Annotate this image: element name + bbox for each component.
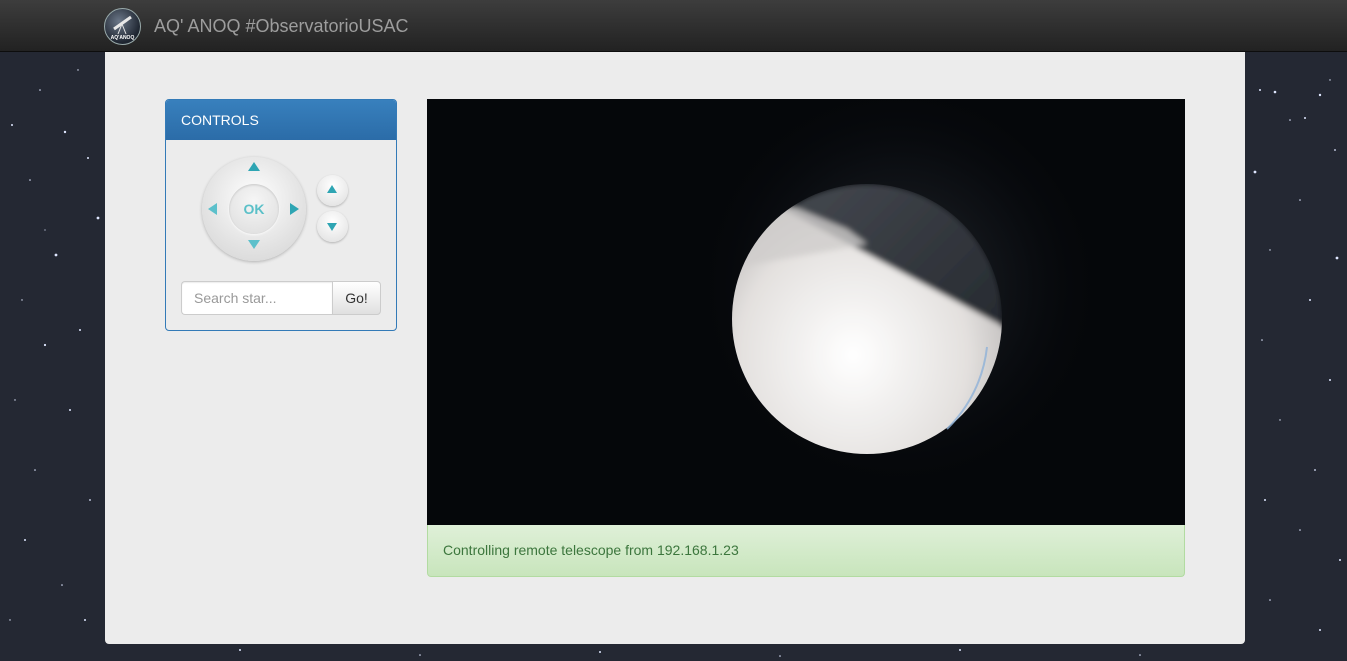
controls-panel: CONTROLS OK Go! (165, 99, 397, 331)
move-down-arrow-icon[interactable] (248, 240, 260, 249)
controls-heading: CONTROLS (166, 100, 396, 140)
zoom-out-button[interactable] (317, 211, 348, 242)
observatory-logo-icon[interactable]: AQ'ANOQ (104, 8, 141, 45)
move-up-arrow-icon[interactable] (248, 162, 260, 171)
triangle-down-icon (327, 223, 337, 231)
star-search-input[interactable] (181, 281, 332, 315)
go-button[interactable]: Go! (332, 281, 381, 315)
move-right-arrow-icon[interactable] (290, 203, 299, 215)
triangle-up-icon (327, 185, 337, 193)
direction-pad: OK (202, 157, 306, 261)
star-search-group: Go! (181, 281, 381, 315)
main-container: CONTROLS OK Go! (105, 52, 1245, 644)
telescope-camera-feed (427, 99, 1185, 525)
ok-button[interactable]: OK (229, 184, 279, 234)
move-left-arrow-icon[interactable] (208, 203, 217, 215)
navbar: AQ'ANOQ AQ' ANOQ #ObservatorioUSAC (0, 0, 1347, 52)
status-alert: Controlling remote telescope from 192.16… (427, 525, 1185, 577)
moon-image (427, 99, 1185, 525)
logo-text: AQ'ANOQ (110, 35, 135, 41)
zoom-in-button[interactable] (317, 175, 348, 206)
brand-title[interactable]: AQ' ANOQ #ObservatorioUSAC (154, 16, 409, 37)
